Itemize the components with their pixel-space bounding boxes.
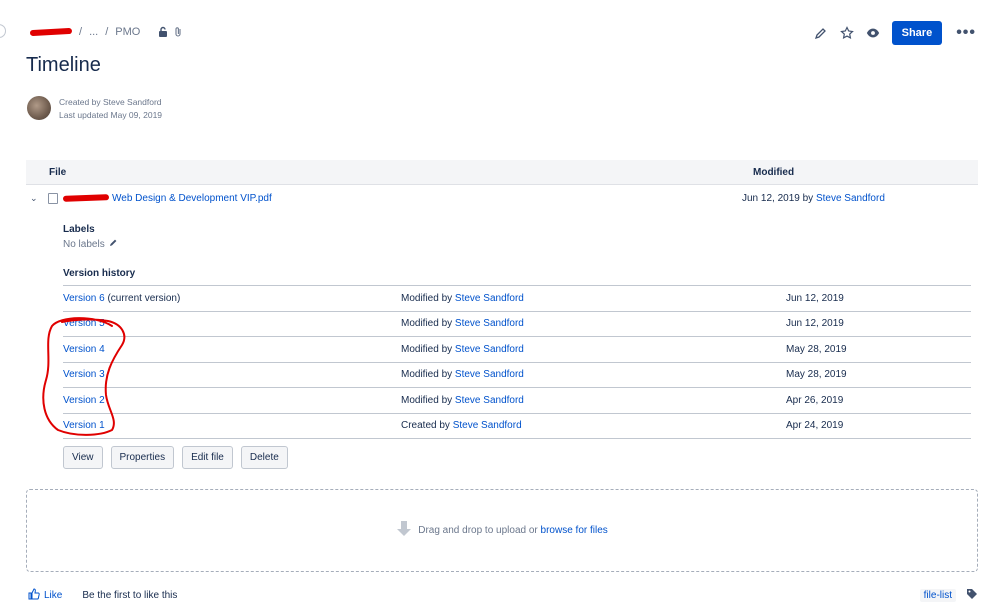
breadcrumb-separator: / [105, 26, 109, 38]
version-action: Created by [401, 420, 453, 432]
page-footer: Like Be the first to like this file-list [28, 588, 978, 603]
tag-icon[interactable] [966, 588, 978, 603]
redacted-file-prefix [62, 194, 110, 202]
browse-files-link[interactable]: browse for files [541, 525, 608, 536]
column-header-file[interactable]: File [49, 167, 753, 178]
version-link[interactable]: Version 6 [63, 293, 105, 304]
file-modified-cell: Jun 12, 2019 by Steve Sandford [742, 193, 885, 204]
breadcrumb-ellipsis[interactable]: ... [89, 26, 98, 38]
like-prompt: Be the first to like this [82, 590, 178, 601]
edit-file-button[interactable]: Edit file [182, 446, 233, 469]
more-actions-button[interactable]: ••• [956, 25, 976, 41]
version-link[interactable]: Version 1 [63, 420, 105, 431]
version-row: Version 1 Created by Steve Sandford Apr … [63, 414, 971, 439]
avatar[interactable] [27, 96, 51, 120]
version-row: Version 6 (current version) Modified by … [63, 286, 971, 312]
version-user-link[interactable]: Steve Sandford [455, 344, 524, 355]
breadcrumb: / ... / PMO [29, 26, 183, 38]
version-history-table: Version 6 (current version) Modified by … [63, 285, 971, 439]
version-user-link[interactable]: Steve Sandford [453, 420, 522, 431]
version-user-link[interactable]: Steve Sandford [455, 293, 524, 304]
breadcrumb-separator: / [79, 26, 83, 38]
file-row[interactable]: ⌄ Web Design & Development VIP.pdf Jun 1… [26, 185, 978, 211]
watch-icon[interactable] [866, 26, 880, 40]
version-action: Modified by [401, 343, 455, 355]
files-table-header: File Modified [26, 160, 978, 185]
like-label: Like [44, 590, 63, 601]
pencil-icon[interactable] [109, 238, 118, 250]
current-version-note: (current version) [104, 292, 181, 304]
created-by-text: Created by Steve Sandford [59, 97, 162, 107]
redacted-space-link[interactable] [29, 27, 73, 37]
version-link[interactable]: Version 4 [63, 344, 105, 355]
page-title: Timeline [26, 54, 101, 76]
version-user-link[interactable]: Steve Sandford [455, 369, 524, 380]
version-date: Jun 12, 2019 [786, 292, 844, 304]
page-toolbar: Share ••• [814, 21, 976, 45]
view-button[interactable]: View [63, 446, 103, 469]
files-table: File Modified ⌄ Web Design & Development… [26, 160, 978, 211]
version-row: Version 2 Modified by Steve Sandford Apr… [63, 388, 971, 414]
star-icon[interactable] [839, 26, 854, 40]
upload-arrow-icon [396, 520, 412, 541]
share-button[interactable]: Share [891, 21, 943, 45]
dropzone-text: Drag and drop to upload or [418, 525, 541, 536]
pdf-file-icon [48, 192, 58, 204]
version-link[interactable]: Version 5 [63, 318, 105, 329]
like-button[interactable]: Like [28, 588, 62, 603]
version-action: Modified by [401, 369, 455, 381]
file-modified-user-link[interactable]: Steve Sandford [816, 193, 885, 204]
attachment-icon[interactable] [173, 26, 183, 38]
labels-heading: Labels [63, 224, 95, 235]
label-chip[interactable]: file-list [919, 589, 956, 602]
version-action: Modified by [401, 318, 455, 330]
version-date: Apr 24, 2019 [786, 420, 844, 432]
properties-button[interactable]: Properties [110, 446, 175, 469]
version-link[interactable]: Version 3 [63, 369, 105, 380]
edit-icon[interactable] [814, 26, 828, 40]
left-edge-handle [0, 24, 6, 38]
breadcrumb-current[interactable]: PMO [115, 26, 140, 38]
lock-open-icon[interactable] [157, 26, 169, 38]
file-actions: View Properties Edit file Delete [63, 446, 288, 469]
version-history-heading: Version history [63, 268, 136, 279]
version-action: Modified by [401, 292, 455, 304]
labels-value: No labels [63, 238, 971, 250]
version-row: Version 3 Modified by Steve Sandford May… [63, 363, 971, 388]
version-link[interactable]: Version 2 [63, 395, 105, 406]
version-date: May 28, 2019 [786, 343, 847, 355]
version-user-link[interactable]: Steve Sandford [455, 395, 524, 406]
upload-dropzone[interactable]: Drag and drop to upload or browse for fi… [26, 489, 978, 572]
version-row: Version 4 Modified by Steve Sandford May… [63, 337, 971, 363]
page-byline: Created by Steve Sandford Last updated M… [27, 96, 162, 122]
file-details: Labels No labels Version history [63, 224, 971, 279]
file-name-link[interactable]: Web Design & Development VIP.pdf [112, 193, 742, 204]
no-labels-text: No labels [63, 238, 105, 250]
chevron-down-icon[interactable]: ⌄ [30, 193, 44, 204]
version-row: Version 5 Modified by Steve Sandford Jun… [63, 312, 971, 337]
like-icon [28, 588, 40, 603]
file-modified-date: Jun 12, 2019 by [742, 192, 816, 204]
delete-button[interactable]: Delete [240, 446, 288, 469]
column-header-modified[interactable]: Modified [753, 167, 794, 178]
version-date: Jun 12, 2019 [786, 318, 844, 330]
version-action: Modified by [401, 394, 455, 406]
last-updated-text: Last updated May 09, 2019 [59, 110, 163, 120]
version-date: May 28, 2019 [786, 369, 847, 381]
version-date: Apr 26, 2019 [786, 394, 844, 406]
version-user-link[interactable]: Steve Sandford [455, 318, 524, 329]
